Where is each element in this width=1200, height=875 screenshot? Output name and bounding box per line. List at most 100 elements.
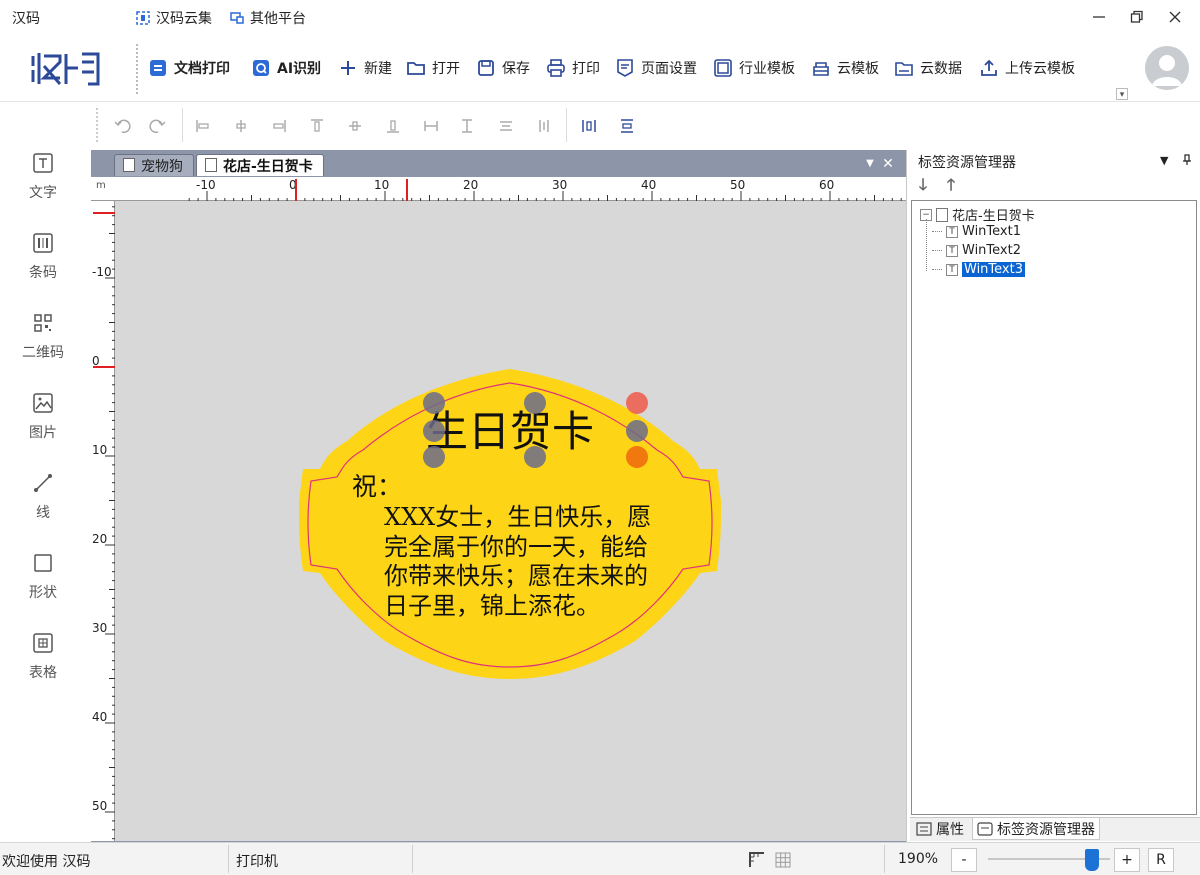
tool-qrcode[interactable]: 二维码 [8, 312, 78, 384]
user-avatar[interactable] [1145, 46, 1189, 90]
line-icon [34, 474, 52, 492]
title-link-other-platform[interactable]: 其他平台 [230, 8, 306, 28]
label-greeting-text[interactable]: 祝： [352, 472, 402, 501]
separator [182, 108, 183, 142]
industry-template-button[interactable]: 行业模板 [713, 55, 795, 81]
pin-icon[interactable] [1182, 154, 1192, 169]
tool-barcode[interactable]: 条码 [8, 232, 78, 304]
document-icon [205, 158, 217, 172]
tree-root[interactable]: − 花店-生日贺卡 [920, 205, 1035, 224]
page-setup-icon [617, 59, 633, 77]
minimize-button[interactable] [1082, 4, 1116, 30]
align-center-button[interactable] [229, 116, 253, 136]
selection-handle[interactable] [423, 420, 445, 442]
align-top-button[interactable] [305, 116, 329, 136]
panel-dropdown-icon[interactable]: ▼ [1160, 154, 1168, 167]
tool-text[interactable]: 文字 [8, 152, 78, 224]
doc-tab-birthday-card[interactable]: 花店-生日贺卡 [196, 154, 324, 176]
tab-properties[interactable]: 属性 [912, 818, 968, 840]
align-bottom-button[interactable] [381, 116, 405, 136]
align-right-button[interactable] [267, 116, 291, 136]
align-middle-button[interactable] [343, 116, 367, 136]
selection-handle[interactable] [626, 420, 648, 442]
label-title-text[interactable]: 生日贺卡 [426, 407, 594, 456]
close-icon [1169, 11, 1181, 23]
same-width-button[interactable] [419, 116, 443, 136]
zoom-in-button[interactable]: + [1114, 848, 1140, 872]
v-distribute-button[interactable] [532, 116, 556, 136]
logo [30, 48, 102, 88]
save-button[interactable]: 保存 [476, 55, 530, 81]
tree-node-wintext1[interactable]: T WinText1 [932, 224, 1021, 239]
align-right-icon [273, 120, 286, 132]
restore-button[interactable] [1120, 4, 1154, 30]
upload-icon [981, 59, 997, 76]
label-body-line-4[interactable]: 日子里，锦上添花。 [384, 592, 600, 620]
selection-handle[interactable] [626, 446, 648, 468]
h-distribute-button[interactable] [494, 116, 518, 136]
tab-list-dropdown[interactable]: ▼ [862, 155, 878, 173]
close-window-button[interactable] [1158, 4, 1192, 30]
doc-tab-pet-dog[interactable]: 宠物狗 [114, 154, 194, 176]
tool-table[interactable]: 表格 [8, 632, 78, 704]
qrcode-icon [34, 314, 52, 332]
status-printer[interactable]: 打印机 [236, 851, 278, 871]
selection-handle[interactable] [524, 392, 546, 414]
resource-tree: − 花店-生日贺卡 T WinText1 T WinText2 T WinTex… [911, 200, 1197, 815]
open-button[interactable]: 打开 [406, 55, 460, 81]
document-print-button[interactable]: 文档打印 [148, 55, 230, 81]
v-distribute-icon [539, 120, 549, 132]
upload-cloud-template-button[interactable]: 上传云模板 [979, 55, 1075, 81]
align-toolbar-grip [96, 108, 98, 142]
restore-icon [1130, 10, 1143, 23]
align-left-button[interactable] [191, 116, 215, 136]
toolbar-overflow-button[interactable]: ▾ [1116, 88, 1128, 100]
label-body-line-2[interactable]: 完全属于你的一天，能给 [384, 533, 648, 561]
tool-image[interactable]: 图片 [8, 392, 78, 464]
move-down-icon[interactable]: 🡓 [914, 176, 932, 194]
undo-button[interactable] [110, 116, 134, 136]
selection-handle[interactable] [626, 392, 648, 414]
ai-recognize-button[interactable]: AI识别 [251, 55, 321, 81]
label-body-line-3[interactable]: 你带来快乐；愿在未来的 [384, 562, 648, 590]
horizontal-ruler: -10 0 10 20 30 40 50 60 [91, 177, 906, 201]
move-up-icon[interactable]: 🡑 [942, 176, 960, 194]
cloud-template-button[interactable]: 云模板 [811, 55, 879, 81]
label-body-line-1[interactable]: XXX女士，生日快乐，愿 [384, 503, 651, 531]
zoom-reset-button[interactable]: R [1148, 848, 1174, 872]
printer-icon [547, 59, 565, 77]
title-link-cloud-collect[interactable]: 汉码云集 [136, 8, 212, 28]
center-horizontal-button[interactable] [577, 116, 601, 136]
tab-close-button[interactable]: ✕ [880, 155, 896, 173]
tool-line[interactable]: 线 [8, 472, 78, 544]
ruler-toggle-icon[interactable] [748, 851, 766, 869]
selection-handle[interactable] [423, 392, 445, 414]
tree-node-wintext3[interactable]: T WinText3 [932, 262, 1025, 277]
selection-handle[interactable] [423, 446, 445, 468]
page-setup-button[interactable]: 页面设置 [615, 55, 697, 81]
center-vertical-button[interactable] [615, 116, 639, 136]
redo-icon [149, 119, 166, 134]
ruler-label: 10 [92, 443, 107, 457]
zoom-out-button[interactable]: - [951, 848, 977, 872]
selection-handle[interactable] [524, 446, 546, 468]
redo-button[interactable] [146, 116, 170, 136]
zoom-slider-thumb[interactable] [1084, 849, 1099, 871]
tab-resource-manager[interactable]: 标签资源管理器 [972, 818, 1100, 840]
ruler-label: 50 [92, 799, 107, 813]
grid-toggle-icon[interactable] [774, 851, 792, 869]
tree-guide [926, 219, 927, 271]
tree-order-buttons: 🡓 🡑 [914, 176, 960, 194]
design-canvas[interactable]: 生日贺卡 祝： XXX女士，生日快乐，愿 完全属于你的一天，能给 你带来快乐；愿… [115, 201, 906, 841]
print-button[interactable]: 打印 [546, 55, 600, 81]
ruler-label: 10 [374, 178, 389, 192]
ruler-label: 50 [730, 178, 745, 192]
cloud-data-button[interactable]: 云数据 [894, 55, 962, 81]
tool-shape[interactable]: 形状 [8, 552, 78, 624]
same-height-button[interactable] [455, 116, 479, 136]
save-icon [478, 60, 494, 76]
tree-node-wintext2[interactable]: T WinText2 [932, 243, 1021, 258]
new-button[interactable]: 新建 [338, 55, 392, 81]
ruler-label: -10 [92, 265, 112, 279]
document-icon [936, 207, 948, 222]
